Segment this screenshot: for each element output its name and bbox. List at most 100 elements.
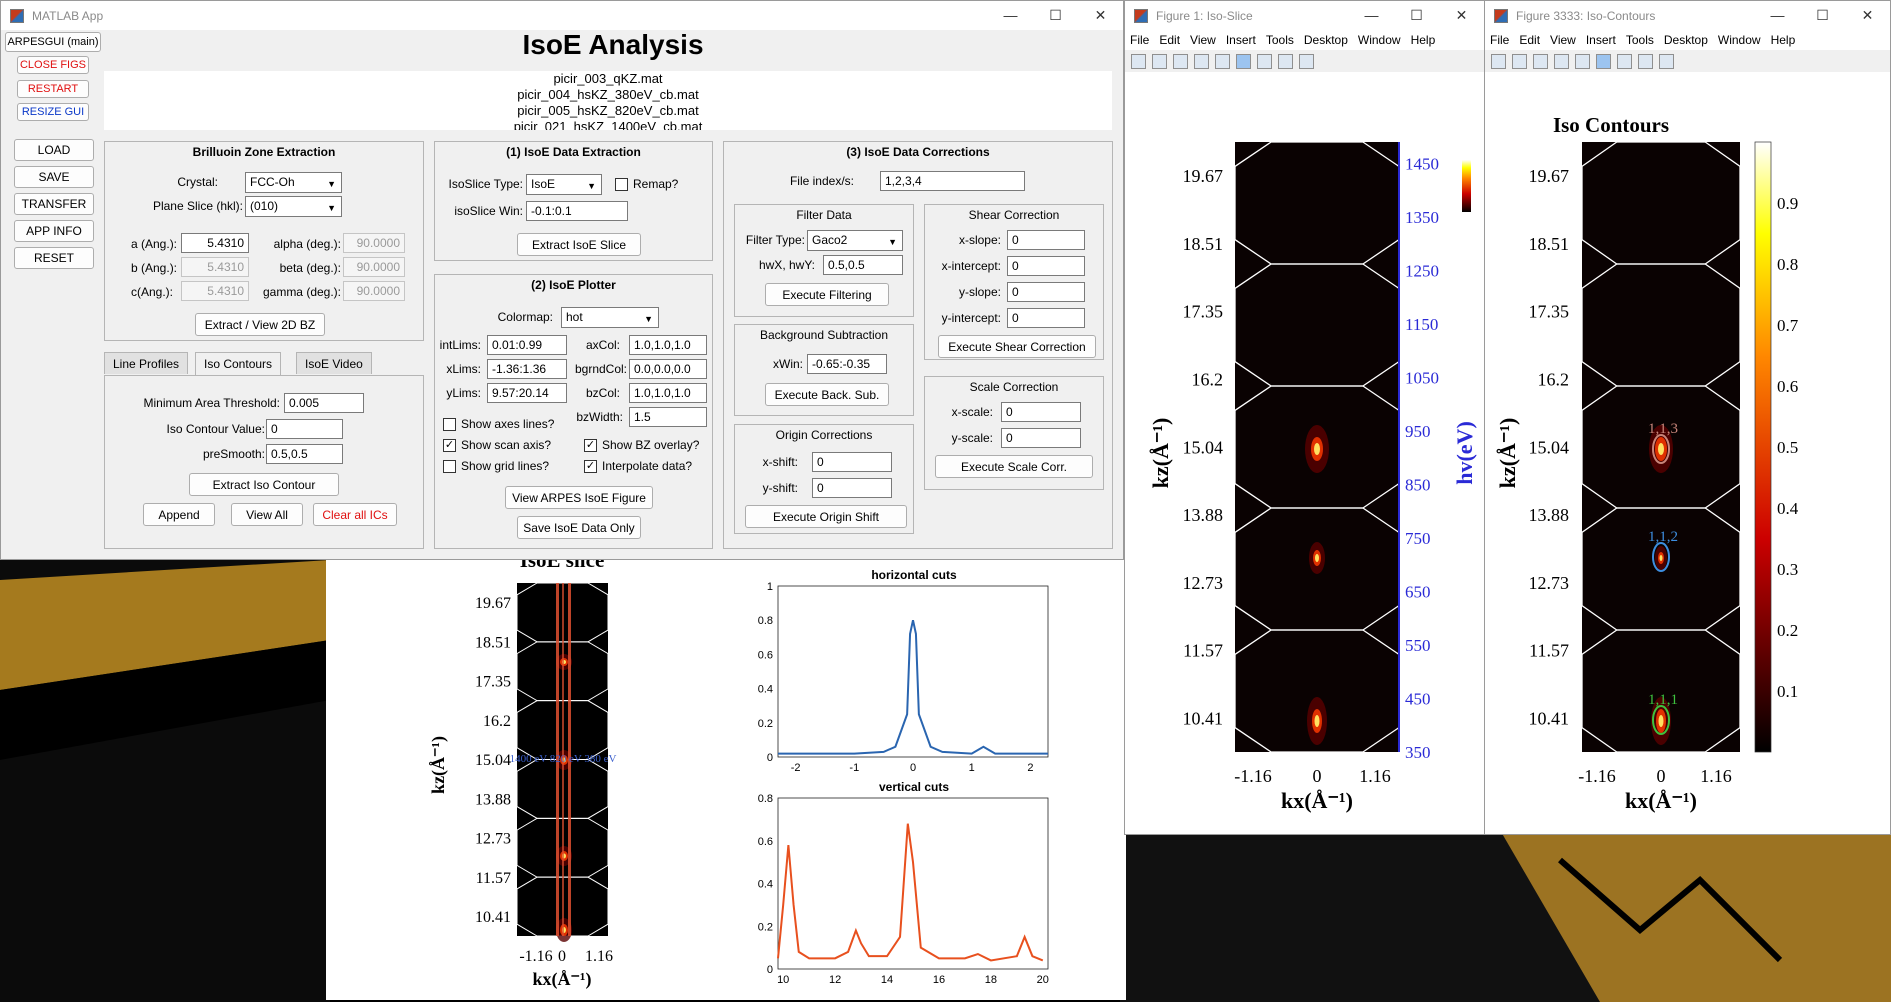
- tab-line-profiles[interactable]: Line Profiles: [104, 352, 189, 374]
- xslope-input[interactable]: 0: [1007, 230, 1085, 250]
- view-arpes-isoe-figure-button[interactable]: View ARPES IsoE Figure: [505, 486, 653, 509]
- file-list-item[interactable]: picir_003_qKZ.mat: [104, 71, 1112, 87]
- new-figure-icon[interactable]: [1491, 53, 1506, 69]
- xwin-input[interactable]: -0.65:-0.35: [807, 354, 887, 374]
- bzwidth-input[interactable]: 1.5: [629, 407, 707, 427]
- maximize-icon[interactable]: ☐: [1800, 1, 1845, 30]
- extract-iso-contour-button[interactable]: Extract Iso Contour: [189, 473, 339, 496]
- menu-help[interactable]: Help: [1771, 33, 1796, 47]
- property-inspector-icon[interactable]: [1299, 53, 1314, 69]
- yshift-input[interactable]: 0: [812, 478, 892, 498]
- show-axes-checkbox[interactable]: Show axes lines?: [443, 417, 554, 431]
- menu-window[interactable]: Window: [1718, 33, 1761, 47]
- close-icon[interactable]: ✕: [1439, 1, 1484, 30]
- menu-file[interactable]: File: [1130, 33, 1149, 47]
- xlims-input[interactable]: -1.36:1.36: [487, 359, 567, 379]
- iso-contour-value-input[interactable]: 0: [266, 419, 343, 439]
- link-plot-icon[interactable]: [1575, 53, 1590, 69]
- edit-plot-icon[interactable]: [1278, 53, 1293, 69]
- isoslice-win-input[interactable]: -0.1:0.1: [526, 201, 628, 221]
- open-file-icon[interactable]: [1152, 53, 1167, 69]
- open-file-icon[interactable]: [1512, 53, 1527, 69]
- intlims-input[interactable]: 0.01:0.99: [487, 335, 567, 355]
- a-input[interactable]: 5.4310: [181, 233, 249, 253]
- tab-isoe-video[interactable]: IsoE Video: [296, 352, 372, 374]
- new-figure-icon[interactable]: [1131, 53, 1146, 69]
- restart-button[interactable]: RESTART: [17, 80, 89, 98]
- save-button[interactable]: SAVE: [14, 166, 94, 188]
- crystal-select[interactable]: FCC-Oh: [245, 172, 342, 193]
- append-button[interactable]: Append: [143, 503, 215, 526]
- ylims-input[interactable]: 9.57:20.14: [487, 383, 567, 403]
- app-info-button[interactable]: APP INFO: [14, 220, 94, 242]
- plane-slice-select[interactable]: (010): [245, 196, 342, 217]
- menu-tools[interactable]: Tools: [1626, 33, 1654, 47]
- load-button[interactable]: LOAD: [14, 139, 94, 161]
- tab-iso-contours[interactable]: Iso Contours: [195, 352, 282, 376]
- menu-insert[interactable]: Insert: [1586, 33, 1616, 47]
- property-inspector-icon[interactable]: [1659, 53, 1674, 69]
- close-icon[interactable]: ✕: [1845, 1, 1890, 30]
- close-icon[interactable]: ✕: [1078, 1, 1123, 30]
- file-list-item[interactable]: picir_021_hsKZ_1400eV_cb.mat: [104, 119, 1112, 130]
- xintercept-input[interactable]: 0: [1007, 256, 1085, 276]
- colorbar-icon[interactable]: [1236, 53, 1251, 69]
- show-grid-checkbox[interactable]: Show grid lines?: [443, 459, 549, 473]
- hw-input[interactable]: 0.5,0.5: [823, 255, 903, 275]
- execute-origin-shift-button[interactable]: Execute Origin Shift: [745, 505, 907, 528]
- show-bz-overlay-checkbox[interactable]: ✓ Show BZ overlay?: [584, 438, 699, 452]
- maximize-icon[interactable]: ☐: [1033, 1, 1078, 30]
- yscale-input[interactable]: 0: [1001, 428, 1081, 448]
- save-isoe-data-button[interactable]: Save IsoE Data Only: [517, 516, 641, 539]
- menu-edit[interactable]: Edit: [1159, 33, 1180, 47]
- menu-desktop[interactable]: Desktop: [1304, 33, 1348, 47]
- extract-2d-bz-button[interactable]: Extract / View 2D BZ: [195, 313, 325, 336]
- minimize-icon[interactable]: —: [1755, 1, 1800, 30]
- execute-shear-correction-button[interactable]: Execute Shear Correction: [938, 335, 1096, 358]
- min-area-input[interactable]: 0.005: [284, 393, 364, 413]
- colormap-select[interactable]: hot: [561, 307, 659, 328]
- save-figure-icon[interactable]: [1533, 53, 1548, 69]
- resize-gui-button[interactable]: RESIZE GUI: [17, 103, 89, 121]
- menu-edit[interactable]: Edit: [1519, 33, 1540, 47]
- yslope-input[interactable]: 0: [1007, 282, 1085, 302]
- close-figs-button[interactable]: CLOSE FIGS: [17, 56, 89, 74]
- colorbar-icon[interactable]: [1596, 53, 1611, 69]
- file-list[interactable]: picir_003_qKZ.mat picir_004_hsKZ_380eV_c…: [104, 71, 1112, 130]
- menu-view[interactable]: View: [1550, 33, 1576, 47]
- interpolate-checkbox[interactable]: ✓ Interpolate data?: [584, 459, 692, 473]
- xshift-input[interactable]: 0: [812, 452, 892, 472]
- legend-icon[interactable]: [1257, 53, 1272, 69]
- minimize-icon[interactable]: —: [1349, 1, 1394, 30]
- menu-window[interactable]: Window: [1358, 33, 1401, 47]
- yintercept-input[interactable]: 0: [1007, 308, 1085, 328]
- menu-tools[interactable]: Tools: [1266, 33, 1294, 47]
- menu-insert[interactable]: Insert: [1226, 33, 1256, 47]
- link-plot-icon[interactable]: [1215, 53, 1230, 69]
- menu-view[interactable]: View: [1190, 33, 1216, 47]
- bgrndcol-input[interactable]: 0.0,0.0,0.0: [629, 359, 707, 379]
- execute-scale-corr-button[interactable]: Execute Scale Corr.: [935, 455, 1093, 478]
- file-index-input[interactable]: 1,2,3,4: [880, 171, 1025, 191]
- save-figure-icon[interactable]: [1173, 53, 1188, 69]
- view-all-button[interactable]: View All: [231, 503, 303, 526]
- print-icon[interactable]: [1554, 53, 1569, 69]
- file-list-item[interactable]: picir_005_hsKZ_820eV_cb.mat: [104, 103, 1112, 119]
- presmooth-input[interactable]: 0.5,0.5: [266, 444, 343, 464]
- menu-file[interactable]: File: [1490, 33, 1509, 47]
- print-icon[interactable]: [1194, 53, 1209, 69]
- execute-filtering-button[interactable]: Execute Filtering: [765, 283, 889, 306]
- transfer-button[interactable]: TRANSFER: [14, 193, 94, 215]
- arpesgui-main-button[interactable]: ARPESGUI (main): [5, 32, 101, 52]
- edit-plot-icon[interactable]: [1638, 53, 1653, 69]
- remap-checkbox[interactable]: Remap?: [615, 177, 678, 191]
- file-list-item[interactable]: picir_004_hsKZ_380eV_cb.mat: [104, 87, 1112, 103]
- minimize-icon[interactable]: —: [988, 1, 1033, 30]
- menu-desktop[interactable]: Desktop: [1664, 33, 1708, 47]
- show-scan-axis-checkbox[interactable]: ✓ Show scan axis?: [443, 438, 551, 452]
- clear-all-ics-button[interactable]: Clear all ICs: [313, 503, 397, 526]
- extract-isoe-slice-button[interactable]: Extract IsoE Slice: [517, 233, 641, 256]
- bzcol-input[interactable]: 1.0,1.0,1.0: [629, 383, 707, 403]
- execute-back-sub-button[interactable]: Execute Back. Sub.: [765, 383, 889, 406]
- reset-button[interactable]: RESET: [14, 247, 94, 269]
